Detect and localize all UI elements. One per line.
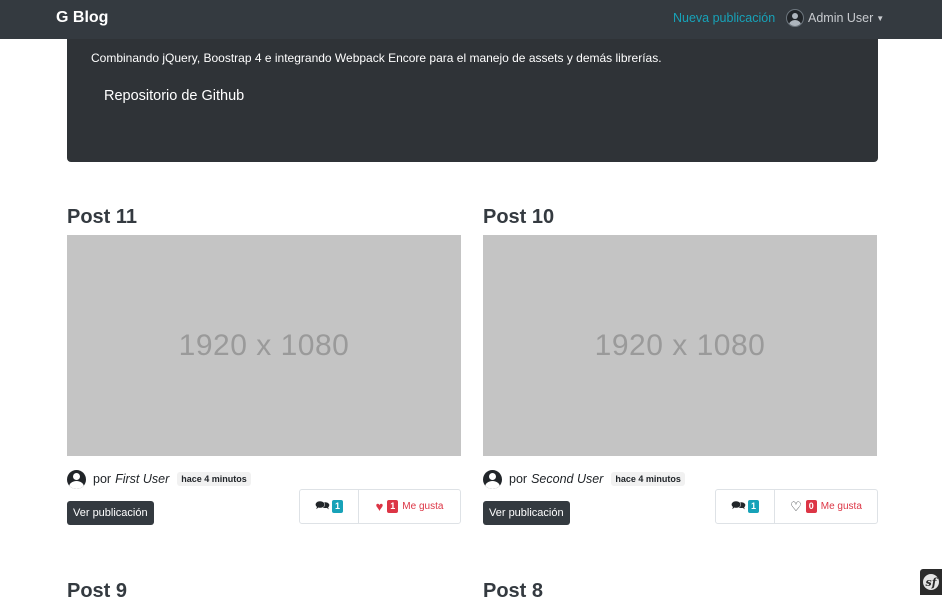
author-name: Second User <box>531 472 604 486</box>
view-post-button[interactable]: Ver publicación <box>483 501 570 525</box>
jumbotron: Combinando jQuery, Boostrap 4 e integran… <box>67 39 878 162</box>
github-repo-link[interactable]: Repositorio de Github <box>104 88 244 104</box>
time-badge: hace 4 minutos <box>611 472 685 486</box>
author-avatar-icon <box>67 469 86 489</box>
author-avatar-icon <box>483 469 502 489</box>
symfony-toolbar-toggle[interactable]: sf <box>920 569 942 595</box>
like-button[interactable]: ♥ 1 Me gusta <box>359 490 460 523</box>
comments-button[interactable]: 🗪 1 <box>300 490 359 523</box>
likes-count: 0 <box>805 500 817 513</box>
post-title[interactable]: Post 8 <box>483 580 543 603</box>
new-post-link[interactable]: Nueva publicación <box>673 11 775 25</box>
comments-icon: 🗪 <box>731 498 746 512</box>
likes-label: Me gusta <box>820 501 862 512</box>
view-post-button[interactable]: Ver publicación <box>67 501 154 525</box>
image-placeholder-text: 1920 x 1080 <box>178 328 350 362</box>
likes-count: 1 <box>387 500 399 513</box>
post-title[interactable]: Post 11 <box>67 206 137 229</box>
post-title[interactable]: Post 10 <box>483 206 554 229</box>
post-title[interactable]: Post 9 <box>67 580 127 603</box>
heart-outline-icon: ♡ <box>790 498 802 514</box>
heart-filled-icon: ♥ <box>375 499 384 514</box>
likes-label: Me gusta <box>402 501 444 512</box>
comments-icon: 🗪 <box>315 498 330 512</box>
navbar: G Blog Nueva publicación Admin User ▼ <box>0 0 942 39</box>
user-menu-dropdown[interactable]: Admin User ▼ <box>786 8 884 28</box>
caret-down-icon: ▼ <box>876 13 885 23</box>
jumbotron-description: Combinando jQuery, Boostrap 4 e integran… <box>91 51 662 65</box>
post-actions: 🗪 1 ♥ 1 Me gusta <box>299 489 461 524</box>
post-image[interactable]: 1920 x 1080 <box>483 235 877 456</box>
user-avatar-icon <box>786 9 804 27</box>
brand-link[interactable]: G Blog <box>56 9 108 27</box>
comments-button[interactable]: 🗪 1 <box>716 490 775 523</box>
comments-count: 1 <box>331 500 343 513</box>
like-button[interactable]: ♡ 0 Me gusta <box>775 490 877 523</box>
image-placeholder-text: 1920 x 1080 <box>594 328 766 362</box>
post-meta: por Second User hace 4 minutos <box>483 469 685 489</box>
post-meta: por First User hace 4 minutos <box>67 469 251 489</box>
symfony-logo-icon: sf <box>923 574 939 590</box>
time-badge: hace 4 minutos <box>177 472 251 486</box>
post-image[interactable]: 1920 x 1080 <box>67 235 461 456</box>
post-actions: 🗪 1 ♡ 0 Me gusta <box>715 489 878 524</box>
by-label: por <box>93 472 112 486</box>
author-name: First User <box>115 472 170 486</box>
comments-count: 1 <box>747 500 759 513</box>
user-name: Admin User <box>808 11 874 25</box>
by-label: por <box>509 472 528 486</box>
